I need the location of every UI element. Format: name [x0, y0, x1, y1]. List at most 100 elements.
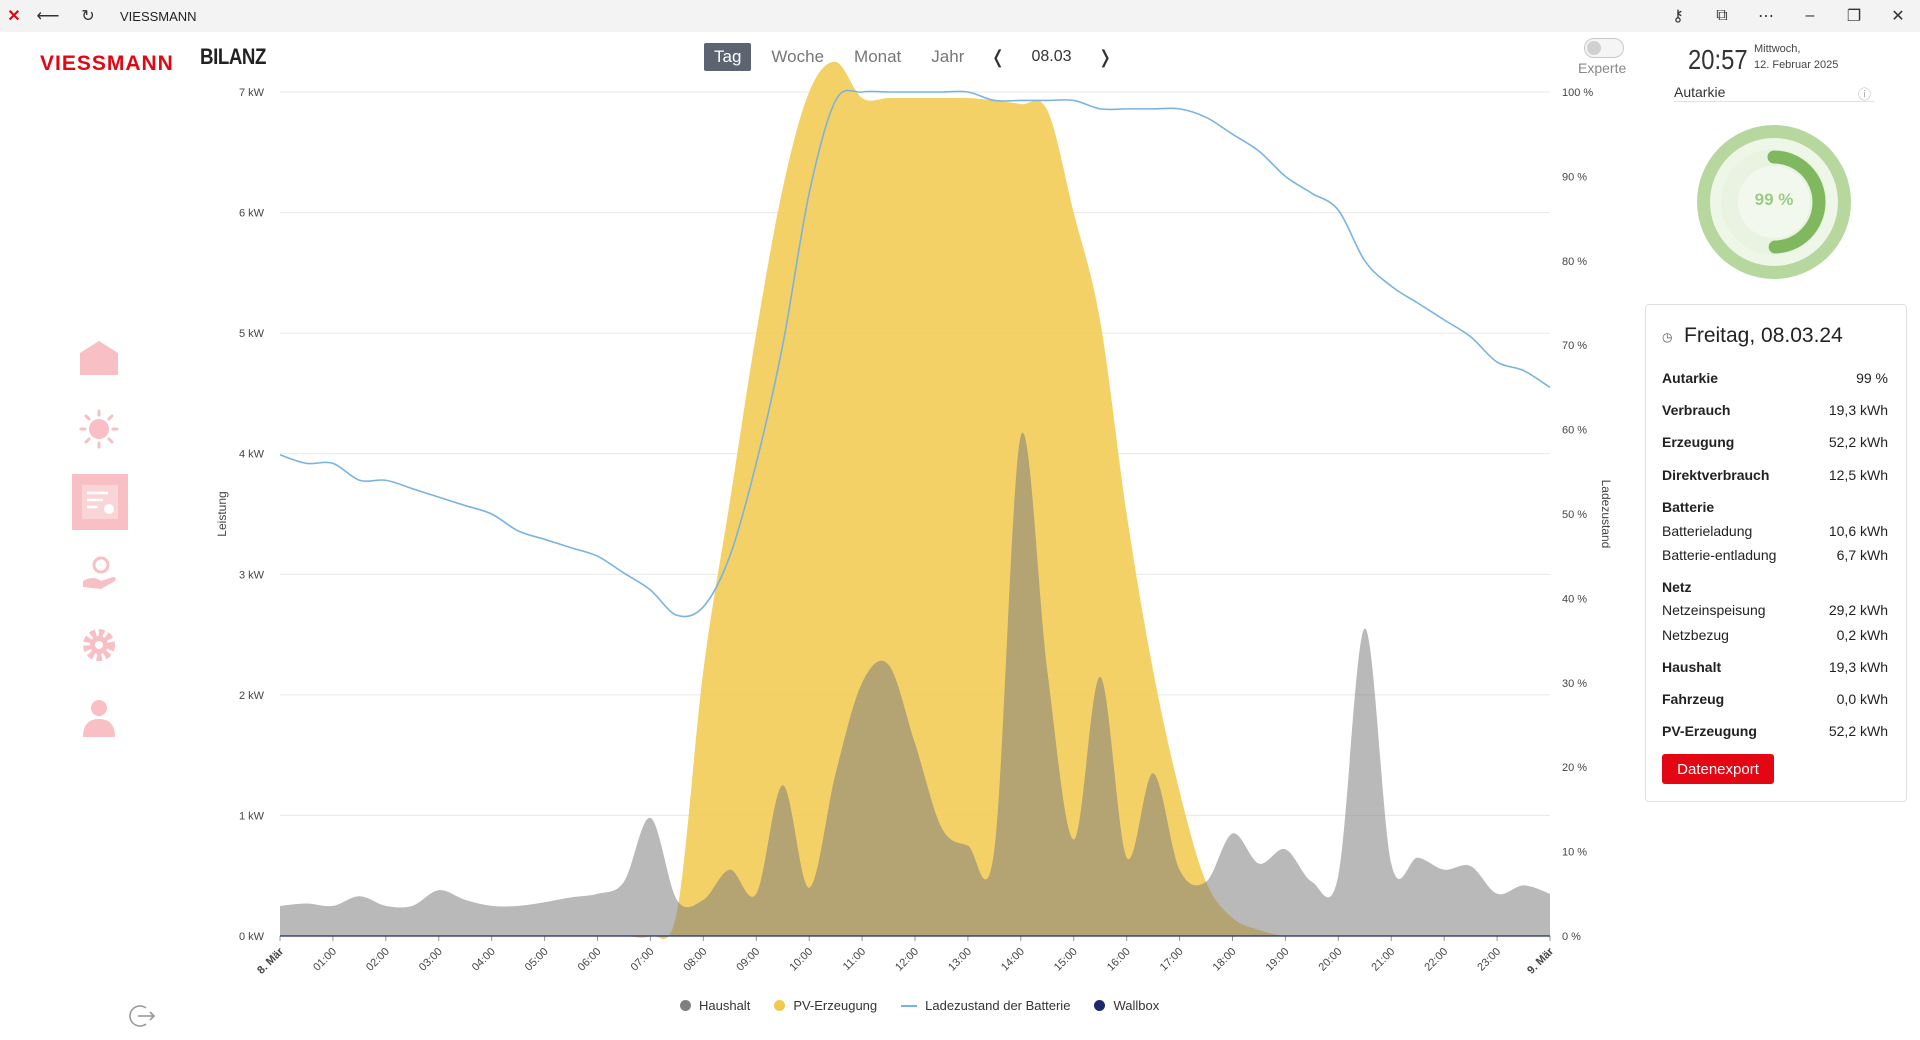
row-label: Direktverbrauch — [1662, 467, 1770, 483]
row-autarkie: Autarkie 99 % — [1662, 370, 1888, 386]
datenexport-button[interactable]: Datenexport — [1662, 754, 1774, 784]
section-batterie: Batterie — [1662, 499, 1715, 515]
refresh-icon[interactable]: ↻ — [68, 0, 108, 32]
gear-icon[interactable] — [72, 618, 126, 672]
restore-icon[interactable]: ❐ — [1832, 0, 1876, 32]
y2-tick-label: 80 % — [1562, 256, 1587, 268]
user-icon[interactable] — [72, 690, 126, 744]
y-tick-label: 6 kW — [239, 208, 265, 220]
x-tick-label: 07:00 — [629, 946, 657, 974]
row-batterieentladung: Batterie-entladung 6,7 kWh — [1662, 547, 1888, 563]
autarkie-label: Autarkie — [1674, 84, 1726, 100]
row-label: PV-Erzeugung — [1662, 723, 1757, 739]
home-icon[interactable] — [72, 330, 126, 384]
current-date: 08.03 — [1031, 48, 1072, 65]
chart-legend: Haushalt PV-Erzeugung Ladezustand der Ba… — [680, 998, 1183, 1013]
x-tick-label: 09:00 — [734, 946, 762, 974]
legend-wallbox[interactable]: Wallbox — [1094, 998, 1159, 1013]
y2-tick-label: 40 % — [1562, 593, 1587, 605]
divider — [1674, 101, 1874, 102]
x-tick-label: 02:00 — [364, 946, 392, 974]
x-tick-label: 04:00 — [470, 946, 498, 974]
row-value: 52,2 kWh — [1828, 723, 1888, 739]
series-battery-line — [279, 89, 1551, 618]
y2-tick-label: 30 % — [1562, 678, 1587, 690]
row-label: Verbrauch — [1662, 402, 1731, 418]
tab-tag[interactable]: Tag — [704, 43, 752, 71]
legend-label: Ladezustand der Batterie — [925, 998, 1071, 1013]
tab-woche[interactable]: Woche — [761, 43, 834, 71]
legend-marker — [680, 1000, 691, 1011]
autarkie-value: 99 % — [1754, 190, 1794, 209]
x-tick-label: 16:00 — [1105, 946, 1133, 974]
minimize-icon[interactable]: – — [1788, 0, 1832, 32]
row-fahrzeug: Fahrzeug 0,0 kWh — [1662, 691, 1888, 707]
row-netzeinspeisung: Netzeinspeisung 29,2 kWh — [1662, 602, 1888, 618]
x-tick-label: 10:00 — [787, 946, 815, 974]
tab-jahr[interactable]: Jahr — [921, 43, 974, 71]
clock-icon: ◷ — [1662, 330, 1673, 344]
row-direktverbrauch: Direktverbrauch 12,5 kWh — [1662, 467, 1888, 483]
row-verbrauch: Verbrauch 19,3 kWh — [1662, 402, 1888, 418]
x-tick-label: 19:00 — [1264, 946, 1292, 974]
report-icon[interactable] — [72, 474, 128, 530]
row-erzeugung: Erzeugung 52,2 kWh — [1662, 434, 1888, 450]
x-tick-label: 17:00 — [1158, 946, 1186, 974]
sun-icon[interactable] — [72, 402, 126, 456]
back-icon[interactable]: ⟵ — [28, 0, 68, 32]
y-tick-label: 5 kW — [239, 328, 265, 340]
x-tick-label: 18:00 — [1211, 946, 1239, 974]
expert-toggle[interactable] — [1584, 38, 1624, 58]
key-icon[interactable]: ⚷ — [1656, 0, 1700, 32]
row-value: 0,0 kWh — [1836, 691, 1888, 707]
legend-label: Haushalt — [699, 998, 751, 1013]
row-label: Batterieladung — [1662, 523, 1753, 539]
y2-tick-label: 70 % — [1562, 340, 1587, 352]
row-value: 19,3 kWh — [1828, 659, 1888, 675]
row-pv-erzeugung: PV-Erzeugung 52,2 kWh — [1662, 723, 1888, 739]
tab-monat[interactable]: Monat — [844, 43, 911, 71]
x-tick-label: 9. Mär — [1525, 945, 1556, 976]
clock-weekday: Mittwoch, — [1754, 43, 1801, 55]
row-value: 6,7 kWh — [1836, 547, 1888, 563]
row-label: Netzbezug — [1662, 627, 1729, 643]
row-value: 52,2 kWh — [1828, 434, 1888, 450]
legend-marker — [774, 1000, 786, 1011]
energy-chart: 0 kW 1 kW 2 kW 3 kW 4 kW 5 kW 6 kW 7 kW 0 % 10 % 2… — [215, 61, 1613, 977]
clock-date: 12. Februar 2025 — [1754, 59, 1839, 71]
summary-title: Freitag, 08.03.24 — [1684, 324, 1843, 347]
next-date-button[interactable]: ❭ — [1092, 47, 1119, 68]
prev-date-button[interactable]: ❬ — [984, 47, 1011, 68]
legend-battery[interactable]: Ladezustand der Batterie — [901, 998, 1070, 1013]
period-tabs: Tag Woche Monat Jahr ❬ 08.03 ❭ — [704, 42, 1119, 72]
x-tick-label: 01:00 — [311, 946, 339, 974]
series-pv-area — [280, 61, 1550, 940]
x-tick-label: 20:00 — [1317, 946, 1345, 974]
cast-icon[interactable]: ⧉ — [1700, 0, 1744, 32]
x-tick-label: 08:00 — [682, 946, 710, 974]
legend-marker — [1094, 1000, 1106, 1011]
more-icon[interactable]: ⋯ — [1744, 0, 1788, 32]
legend-label: PV-Erzeugung — [793, 998, 878, 1013]
y2-tick-label: 0 % — [1562, 931, 1581, 943]
y-tick-label: 1 kW — [239, 810, 265, 822]
hand-coin-icon[interactable] — [72, 546, 126, 600]
legend-pv[interactable]: PV-Erzeugung — [774, 998, 877, 1013]
title-bar: ✕ ⟵ ↻ VIESSMANN ⚷ ⧉ ⋯ – ❐ ✕ — [0, 0, 1920, 32]
y2-axis-title: Ladezustand — [1599, 480, 1613, 549]
viessmann-logo: VIESSMANN — [40, 52, 174, 75]
y2-tick-label: 90 % — [1562, 171, 1587, 183]
x-tick-label: 06:00 — [576, 946, 604, 974]
row-value: 19,3 kWh — [1828, 402, 1888, 418]
y2-tick-label: 50 % — [1562, 509, 1587, 521]
row-label: Autarkie — [1662, 370, 1719, 386]
info-icon[interactable]: ⓘ — [1858, 84, 1872, 102]
x-tick-label: 22:00 — [1422, 946, 1450, 974]
row-haushalt: Haushalt 19,3 kWh — [1662, 659, 1888, 675]
close-icon[interactable]: ✕ — [1876, 0, 1920, 32]
legend-haushalt[interactable]: Haushalt — [680, 998, 750, 1013]
series-haushalt-area — [280, 432, 1550, 936]
y2-tick-label: 20 % — [1562, 762, 1587, 774]
logout-icon[interactable] — [128, 1004, 156, 1028]
x-tick-label: 03:00 — [417, 946, 445, 974]
